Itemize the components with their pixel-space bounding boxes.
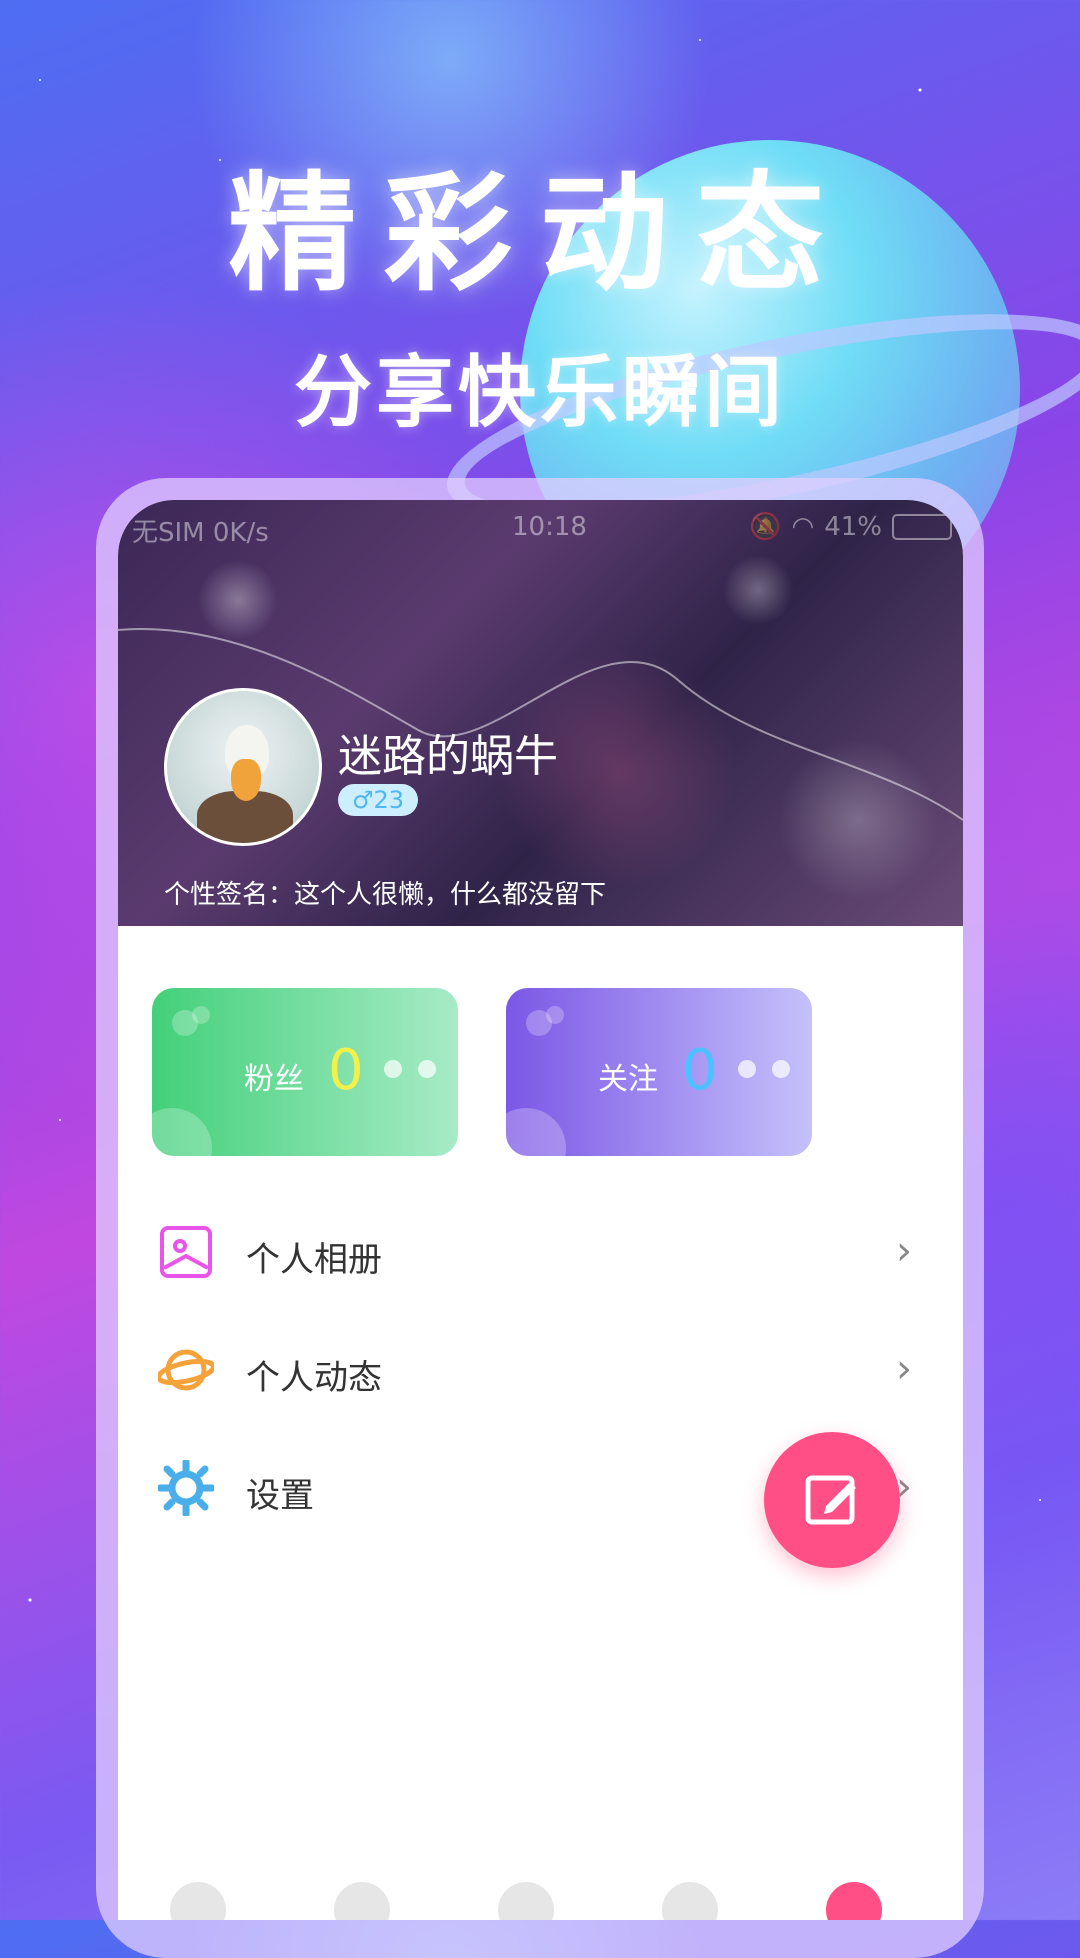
menu-item-album[interactable]: 个人相册 › [118,1202,963,1302]
menu-item-moments[interactable]: 个人动态 › [118,1320,963,1420]
follow-count: 0 [682,1038,718,1103]
bottom-tab-bar [118,1882,963,1920]
avatar[interactable] [164,688,322,846]
tab-chat-icon[interactable] [662,1882,718,1920]
menu-label-album: 个人相册 [246,1240,382,1280]
face-decoration-icon [384,1060,444,1084]
follow-card[interactable]: 关注 0 [506,988,812,1156]
compose-button[interactable] [764,1432,900,1568]
chevron-right-icon: › [896,1228,912,1274]
menu-label-settings: 设置 [246,1476,314,1516]
username: 迷路的蜗牛 [338,731,558,782]
tab-heart-icon[interactable] [334,1882,390,1920]
follow-label: 关注 [598,1062,658,1097]
chevron-right-icon: › [896,1346,912,1392]
profile-header: 无SIM 0K/s 10:18 🔕 ◠ 41% 迷路的蜗牛 ♂23 个性签名：这… [118,500,963,926]
gear-icon [158,1460,214,1516]
tab-trend-icon[interactable] [498,1882,554,1920]
tab-home-icon[interactable] [170,1882,226,1920]
menu-label-moments: 个人动态 [246,1358,382,1398]
gender-age-badge: ♂23 [338,784,419,816]
face-decoration-icon [738,1060,798,1084]
fans-count: 0 [328,1038,364,1103]
banner-headline: 精彩动态 [227,160,852,309]
planet-icon [158,1349,214,1391]
banner-subheadline: 分享快乐瞬间 [293,348,786,438]
app-screen: 无SIM 0K/s 10:18 🔕 ◠ 41% 迷路的蜗牛 ♂23 个性签名：这… [118,500,963,1920]
album-icon [160,1226,212,1278]
fans-card[interactable]: 粉丝 0 [152,988,458,1156]
signature: 个性签名：这个人很懒，什么都没留下 [164,880,607,910]
fans-label: 粉丝 [244,1062,304,1097]
tab-profile-icon[interactable] [826,1882,882,1920]
edit-icon [805,1475,856,1525]
